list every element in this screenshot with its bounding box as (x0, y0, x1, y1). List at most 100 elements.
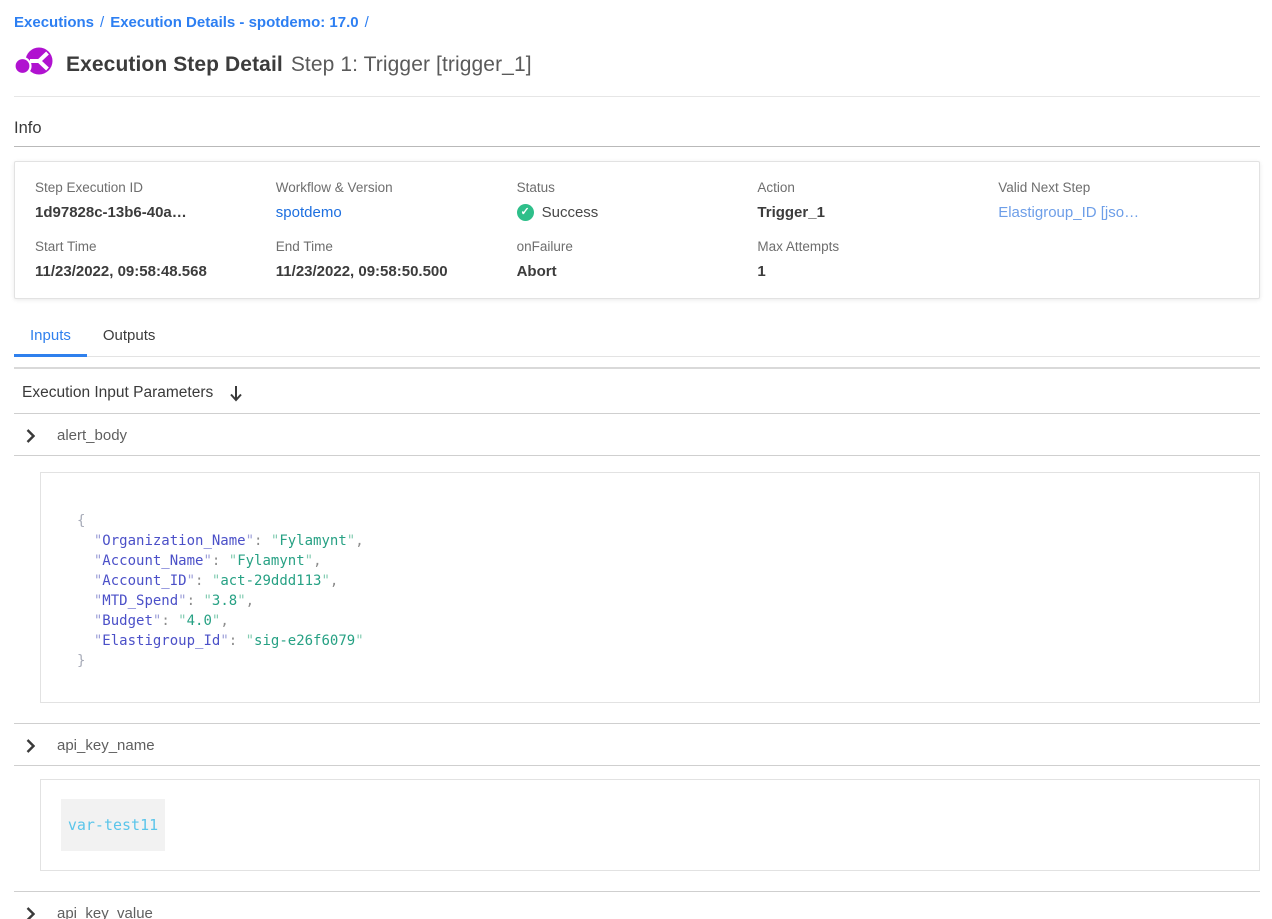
field-status: Status ✓ Success (517, 180, 758, 221)
json-token-punct: , (313, 553, 321, 569)
field-end-time: End Time 11/23/2022, 09:58:50.500 (276, 239, 517, 280)
arrow-down-icon[interactable] (229, 385, 243, 402)
section-api-key-value[interactable]: api_key_value (14, 891, 1260, 919)
json-token-punct: : (212, 553, 229, 569)
section-label: api_key_value (57, 905, 153, 919)
alert-body-json-code: { "Organization_Name": "Fylamynt", "Acco… (40, 472, 1260, 703)
execution-input-parameters-header: Execution Input Parameters (14, 369, 1260, 414)
page-title-text: Execution Step Detail (66, 53, 283, 76)
json-token-kq: " (178, 593, 186, 609)
status-badge: ✓ Success (517, 204, 758, 221)
api-key-name-value: var-test11 (61, 799, 165, 851)
info-section-heading: Info (14, 119, 1260, 138)
json-token-val: sig-e26f6079 (254, 633, 355, 649)
tab-inputs[interactable]: Inputs (14, 319, 87, 357)
json-token-key: MTD_Spend (102, 593, 178, 609)
page-subtitle: Step 1: Trigger [trigger_1] (291, 53, 532, 76)
field-action: Action Trigger_1 (757, 180, 998, 221)
json-code-line: "Elastigroup_Id": "sig-e26f6079" (77, 631, 1239, 651)
tabbar: Inputs Outputs (14, 319, 1260, 357)
field-label: Workflow & Version (276, 180, 517, 195)
json-token-vq: " (305, 553, 313, 569)
status-text: Success (542, 204, 599, 221)
chevron-right-icon[interactable] (26, 907, 35, 919)
execution-step-detail-page: Executions / Execution Details - spotdemo:… (0, 0, 1272, 919)
field-value: Abort (517, 263, 758, 280)
field-value: 11/23/2022, 09:58:50.500 (276, 263, 517, 280)
field-value: 1 (757, 263, 998, 280)
section-alert-body[interactable]: alert_body (14, 414, 1260, 456)
chevron-right-icon[interactable] (26, 739, 35, 753)
json-token-vq: " (178, 613, 186, 629)
breadcrumb-separator: / (100, 14, 104, 31)
breadcrumb-execution-details-link[interactable]: Execution Details - spotdemo: 17.0 (110, 14, 358, 31)
json-code-line: { (77, 511, 1239, 531)
tab-outputs[interactable]: Outputs (87, 319, 172, 356)
json-token-vq: " (246, 633, 254, 649)
page-title: Execution Step Detail Step 1: Trigger [tr… (66, 53, 532, 77)
json-token-key: Elastigroup_Id (102, 633, 220, 649)
json-token-key: Budget (102, 613, 153, 629)
json-token-vq: " (347, 533, 355, 549)
json-token-kq: " (220, 633, 228, 649)
field-value: 11/23/2022, 09:58:48.568 (35, 263, 276, 280)
field-label: Action (757, 180, 998, 195)
json-token-key: Organization_Name (102, 533, 245, 549)
json-token-punct: : (254, 533, 271, 549)
json-token-val: Fylamynt (279, 533, 346, 549)
section-label: alert_body (57, 427, 127, 444)
json-token-brace: { (77, 513, 85, 529)
breadcrumb: Executions / Execution Details - spotdemo:… (14, 0, 1260, 31)
breadcrumb-executions-link[interactable]: Executions (14, 14, 94, 31)
json-code-line: "MTD_Spend": "3.8", (77, 591, 1239, 611)
json-code-line: "Organization_Name": "Fylamynt", (77, 531, 1239, 551)
field-workflow-version: Workflow & Version spotdemo (276, 180, 517, 221)
field-step-execution-id: Step Execution ID 1d97828c-13b6-40a… (35, 180, 276, 221)
api-key-name-panel: var-test11 (40, 779, 1260, 871)
json-token-punct: , (355, 533, 363, 549)
json-token-kq: " (187, 573, 195, 589)
json-token-punct: , (246, 593, 254, 609)
field-label: Max Attempts (757, 239, 998, 254)
fylamynt-logo-icon (14, 45, 54, 84)
json-token-val: Fylamynt (237, 553, 304, 569)
json-token-vq: " (237, 593, 245, 609)
json-token-vq: " (321, 573, 329, 589)
json-token-punct: , (330, 573, 338, 589)
field-value: Trigger_1 (757, 204, 998, 221)
json-token-val: 4.0 (187, 613, 212, 629)
page-header: Execution Step Detail Step 1: Trigger [tr… (14, 45, 1260, 84)
field-label: onFailure (517, 239, 758, 254)
title-divider (14, 96, 1260, 97)
json-token-punct: : (229, 633, 246, 649)
field-label: Start Time (35, 239, 276, 254)
section-api-key-name[interactable]: api_key_name (14, 723, 1260, 766)
field-onfailure: onFailure Abort (517, 239, 758, 280)
json-code-line: "Budget": "4.0", (77, 611, 1239, 631)
field-empty (998, 239, 1239, 280)
field-label: Status (517, 180, 758, 195)
json-token-punct: : (187, 593, 204, 609)
json-token-val: act-29ddd113 (220, 573, 321, 589)
json-token-vq: " (355, 633, 363, 649)
info-divider (14, 146, 1260, 147)
check-circle-icon: ✓ (517, 204, 534, 221)
workflow-link[interactable]: spotdemo (276, 204, 517, 221)
breadcrumb-separator: / (365, 14, 369, 31)
field-start-time: Start Time 11/23/2022, 09:58:48.568 (35, 239, 276, 280)
params-header-label: Execution Input Parameters (22, 384, 213, 402)
json-token-val: 3.8 (212, 593, 237, 609)
field-valid-next-step: Valid Next Step Elastigroup_ID [jso… (998, 180, 1239, 221)
json-token-punct: , (220, 613, 228, 629)
json-token-brace: } (77, 653, 85, 669)
json-token-punct: : (161, 613, 178, 629)
json-token-vq: " (229, 553, 237, 569)
json-token-kq: " (246, 533, 254, 549)
info-card: Step Execution ID 1d97828c-13b6-40a… Wor… (14, 161, 1260, 299)
next-step-link[interactable]: Elastigroup_ID [jso… (998, 204, 1239, 221)
field-label: Valid Next Step (998, 180, 1239, 195)
field-label: Step Execution ID (35, 180, 276, 195)
json-token-key: Account_Name (102, 553, 203, 569)
chevron-right-icon[interactable] (26, 429, 35, 443)
json-token-kq: " (203, 553, 211, 569)
